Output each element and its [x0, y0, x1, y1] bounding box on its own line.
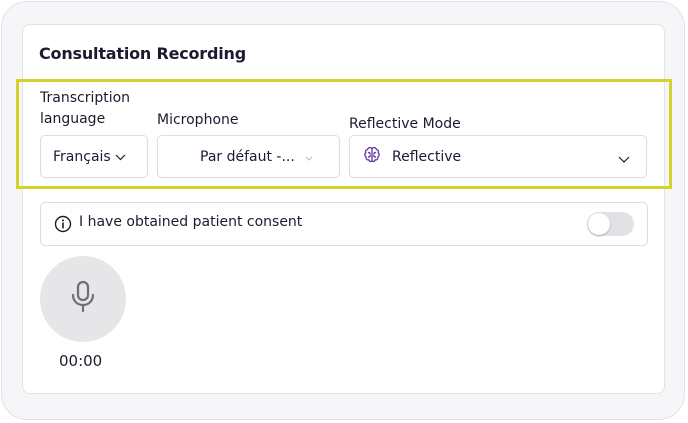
microphone-select[interactable]: Par défaut -...	[157, 135, 340, 178]
consent-row: I have obtained patient consent	[40, 202, 648, 246]
microphone-value: Par défaut -...	[200, 148, 295, 165]
mode-value: Reflective	[392, 148, 462, 165]
chevron-down-icon	[305, 149, 313, 165]
chevron-down-icon	[618, 151, 630, 167]
chevron-down-icon	[115, 149, 126, 165]
toggle-knob	[588, 213, 610, 235]
consent-toggle[interactable]	[587, 212, 634, 236]
info-icon	[54, 215, 72, 237]
microphone-icon	[70, 280, 96, 318]
card-title: Consultation Recording	[39, 44, 246, 63]
language-label: Transcription language	[40, 90, 131, 127]
consent-label: I have obtained patient consent	[79, 214, 303, 230]
microphone-label: Microphone	[157, 112, 239, 128]
record-button[interactable]	[40, 256, 126, 342]
language-select[interactable]: Français	[40, 135, 148, 178]
recording-timer: 00:00	[59, 352, 103, 370]
mode-label: Reflective Mode	[349, 116, 461, 132]
brain-icon	[362, 145, 382, 169]
language-value: Français	[53, 148, 111, 165]
mode-select[interactable]: Reflective	[349, 135, 647, 178]
